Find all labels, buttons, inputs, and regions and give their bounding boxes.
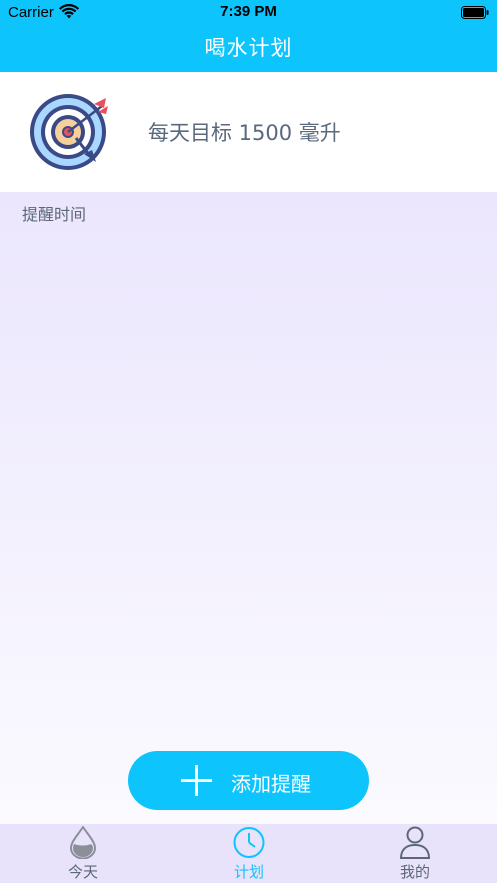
nav-bar: 喝水计划: [0, 25, 497, 72]
battery-icon: [461, 6, 489, 19]
add-reminder-button[interactable]: 添加提醒: [128, 751, 369, 810]
status-bar: Carrier 7:39 PM: [0, 0, 497, 25]
water-drop-icon: [69, 826, 97, 859]
status-time: 7:39 PM: [220, 3, 277, 20]
plus-icon: [181, 765, 212, 796]
person-icon: [399, 826, 431, 859]
target-icon: [30, 94, 108, 170]
tab-today-label: 今天: [67, 863, 98, 881]
daily-goal-text: 每天目标 1500 毫升: [148, 121, 341, 145]
tab-me[interactable]: 我的: [332, 824, 497, 883]
clock-icon: [233, 827, 265, 858]
tab-plan[interactable]: 计划: [166, 824, 332, 883]
reminder-section-label: 提醒时间: [22, 205, 87, 224]
tab-plan-label: 计划: [233, 863, 264, 881]
page-title: 喝水计划: [204, 36, 293, 60]
tab-today[interactable]: 今天: [0, 824, 166, 883]
daily-goal-card[interactable]: 每天目标 1500 毫升: [0, 72, 497, 192]
reminder-list-area: 提醒时间: [0, 192, 497, 824]
tab-me-label: 我的: [399, 863, 430, 881]
add-reminder-label: 添加提醒: [231, 772, 311, 796]
tab-bar: 今天 计划 我的: [0, 824, 497, 883]
